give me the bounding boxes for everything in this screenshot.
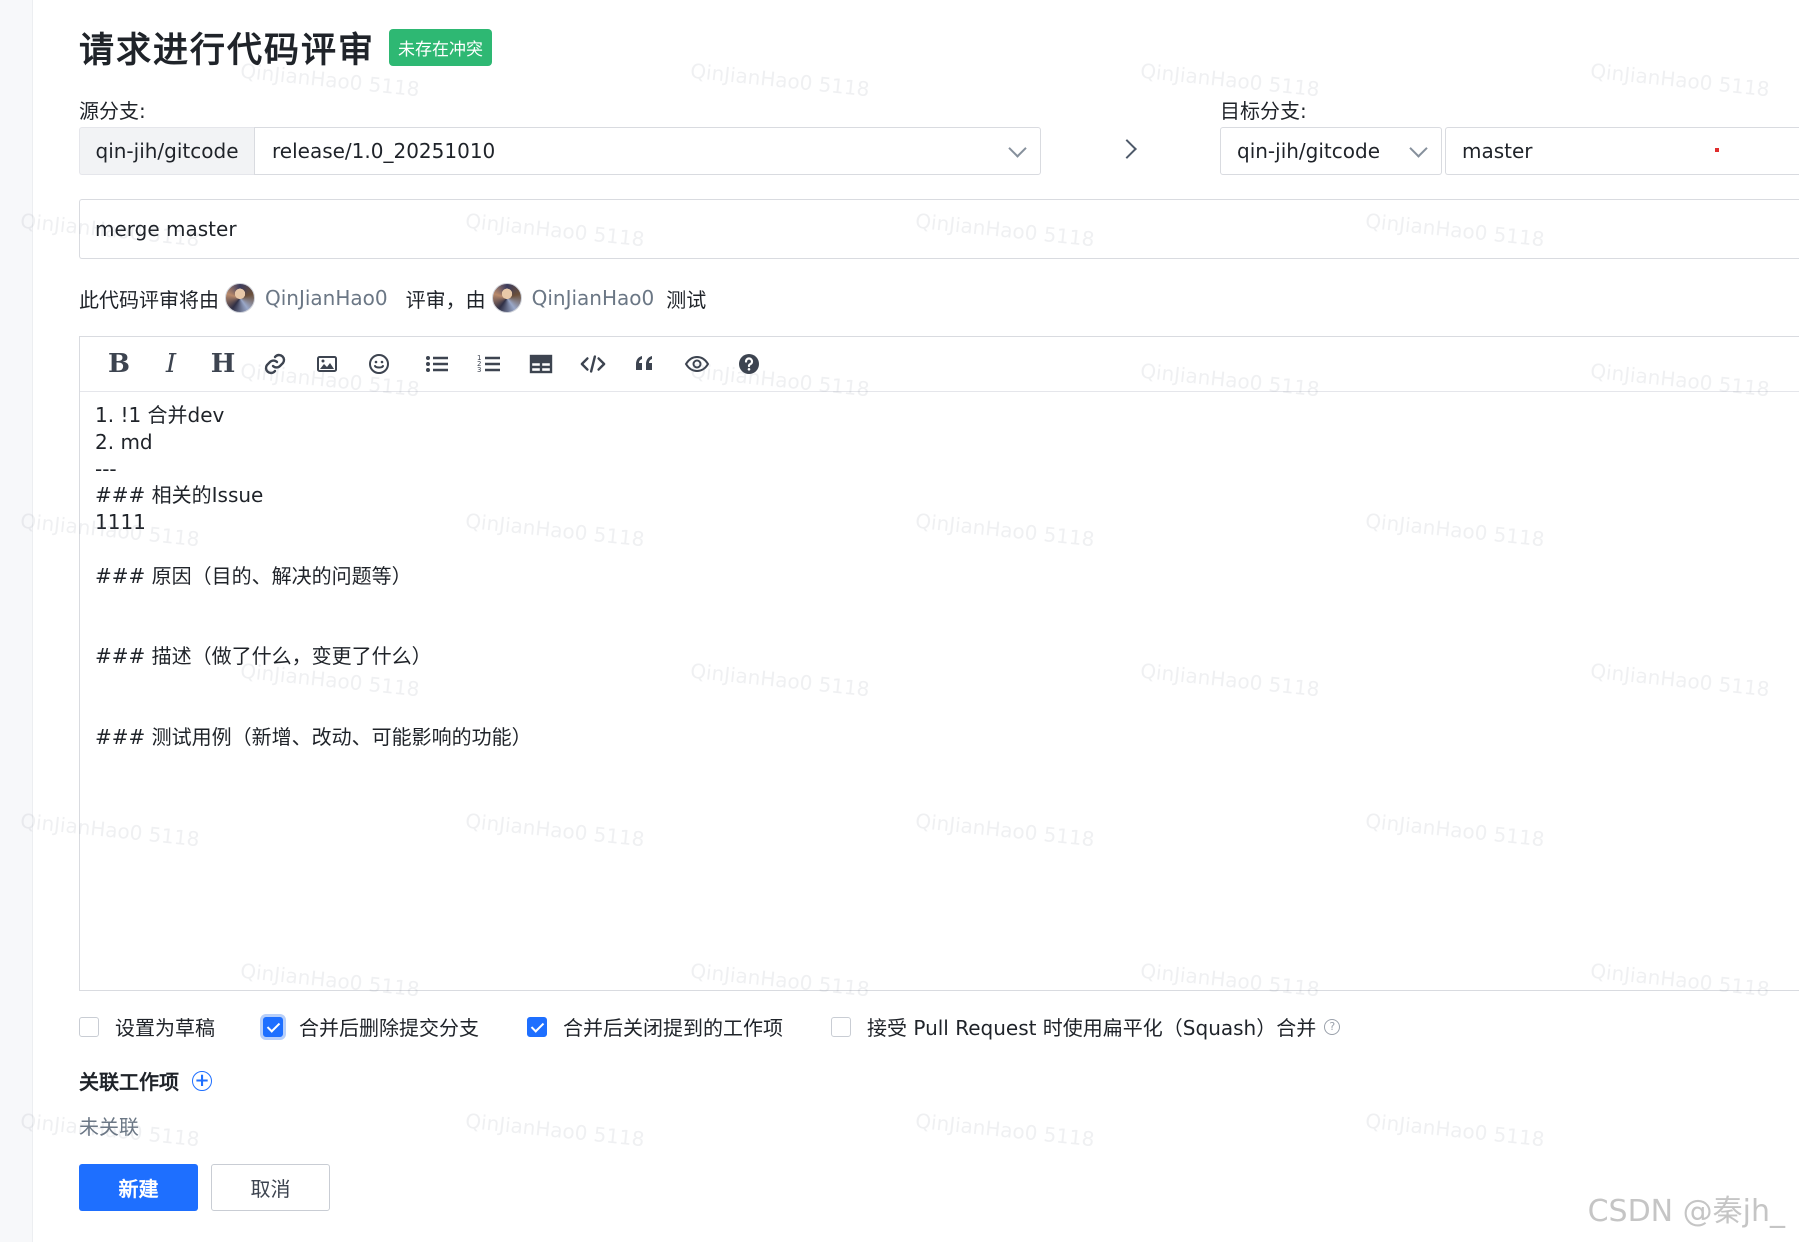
option-close-issues[interactable]: 合并后关闭提到的工作项	[527, 1012, 783, 1041]
link-icon[interactable]	[262, 351, 288, 377]
pull-request-form: 请求进行代码评审 未存在冲突 源分支: 目标分支: qin-jih/gitcod…	[79, 0, 1799, 1242]
emoji-icon[interactable]	[366, 351, 392, 377]
image-icon[interactable]	[314, 351, 340, 377]
draft-checkbox[interactable]	[79, 1016, 99, 1037]
related-workitems-title: 关联工作项 +	[79, 1066, 212, 1095]
delete-branch-checkbox[interactable]	[263, 1016, 283, 1037]
source-branch-value: release/1.0_20251010	[272, 139, 496, 163]
page-title: 请求进行代码评审	[79, 31, 376, 71]
option-draft[interactable]: 设置为草稿	[79, 1012, 215, 1041]
option-label: 接受 Pull Request 时使用扁平化（Squash）合并	[867, 1016, 1317, 1040]
avatar	[491, 283, 522, 313]
left-rail	[0, 0, 33, 1242]
target-branch-select[interactable]: master	[1445, 127, 1799, 175]
pr-title-input[interactable]: merge master	[79, 199, 1799, 259]
merge-options: 设置为草稿 合并后删除提交分支 合并后关闭提到的工作项 接受 Pull Requ…	[79, 1012, 1388, 1041]
markdown-editor: B I H 123 1. !1 合并dev 2. md --- ### 相关的I…	[79, 336, 1799, 991]
related-title-text: 关联工作项	[79, 1070, 179, 1094]
create-button[interactable]: 新建	[79, 1164, 198, 1211]
option-label: 合并后关闭提到的工作项	[563, 1016, 783, 1040]
cancel-button[interactable]: 取消	[211, 1164, 330, 1211]
bullet-list-icon[interactable]	[424, 351, 450, 377]
table-icon[interactable]	[528, 351, 554, 377]
source-branch-select[interactable]: release/1.0_20251010	[254, 127, 1041, 175]
bold-icon[interactable]: B	[106, 349, 132, 379]
reviewer-info: 此代码评审将由 QinJianHao0 评审，由 QinJianHao0 测试	[79, 283, 706, 313]
reviewer-name[interactable]: QinJianHao0	[265, 286, 388, 310]
tester-name[interactable]: QinJianHao0	[532, 286, 655, 310]
chevron-right-icon	[1117, 139, 1137, 159]
reviewer-prefix: 此代码评审将由	[79, 287, 219, 312]
chevron-down-icon	[1409, 139, 1428, 158]
svg-text:3: 3	[477, 366, 481, 374]
italic-icon[interactable]: I	[158, 349, 184, 379]
reviewer-middle: 评审，由	[405, 287, 486, 312]
heading-icon[interactable]: H	[210, 349, 236, 379]
preview-icon[interactable]	[684, 351, 710, 377]
code-icon[interactable]	[580, 351, 606, 377]
quote-icon[interactable]	[632, 351, 658, 377]
option-delete-branch[interactable]: 合并后删除提交分支	[263, 1012, 479, 1041]
conflict-status-badge: 未存在冲突	[389, 29, 493, 66]
reviewer-suffix: 测试	[666, 287, 707, 312]
source-repo: qin-jih/gitcode	[79, 127, 254, 175]
editor-toolbar: B I H 123	[80, 337, 1799, 392]
add-circle-icon[interactable]: +	[192, 1070, 212, 1091]
editor-textarea[interactable]: 1. !1 合并dev 2. md --- ### 相关的Issue 1111 …	[80, 392, 1799, 760]
option-squash[interactable]: 接受 Pull Request 时使用扁平化（Squash）合并 ?	[831, 1012, 1341, 1041]
option-label: 合并后删除提交分支	[299, 1016, 479, 1040]
help-icon[interactable]	[736, 351, 762, 377]
source-branch-label: 源分支:	[79, 99, 146, 123]
pr-title-value: merge master	[95, 217, 237, 241]
close-issues-checkbox[interactable]	[527, 1016, 547, 1037]
required-dot	[1715, 148, 1719, 152]
target-repo-select[interactable]: qin-jih/gitcode	[1220, 127, 1442, 175]
chevron-down-icon	[1008, 139, 1027, 158]
numbered-list-icon[interactable]: 123	[476, 351, 502, 377]
target-branch-label: 目标分支:	[1220, 99, 1307, 123]
avatar	[225, 283, 255, 313]
target-repo-value: qin-jih/gitcode	[1237, 139, 1380, 163]
target-branch-value: master	[1462, 139, 1533, 163]
squash-checkbox[interactable]	[831, 1016, 851, 1037]
question-icon[interactable]: ?	[1324, 1018, 1341, 1035]
option-label: 设置为草稿	[115, 1016, 215, 1040]
title-row: 请求进行代码评审 未存在冲突	[79, 22, 493, 73]
related-empty-text: 未关联	[79, 1115, 139, 1139]
